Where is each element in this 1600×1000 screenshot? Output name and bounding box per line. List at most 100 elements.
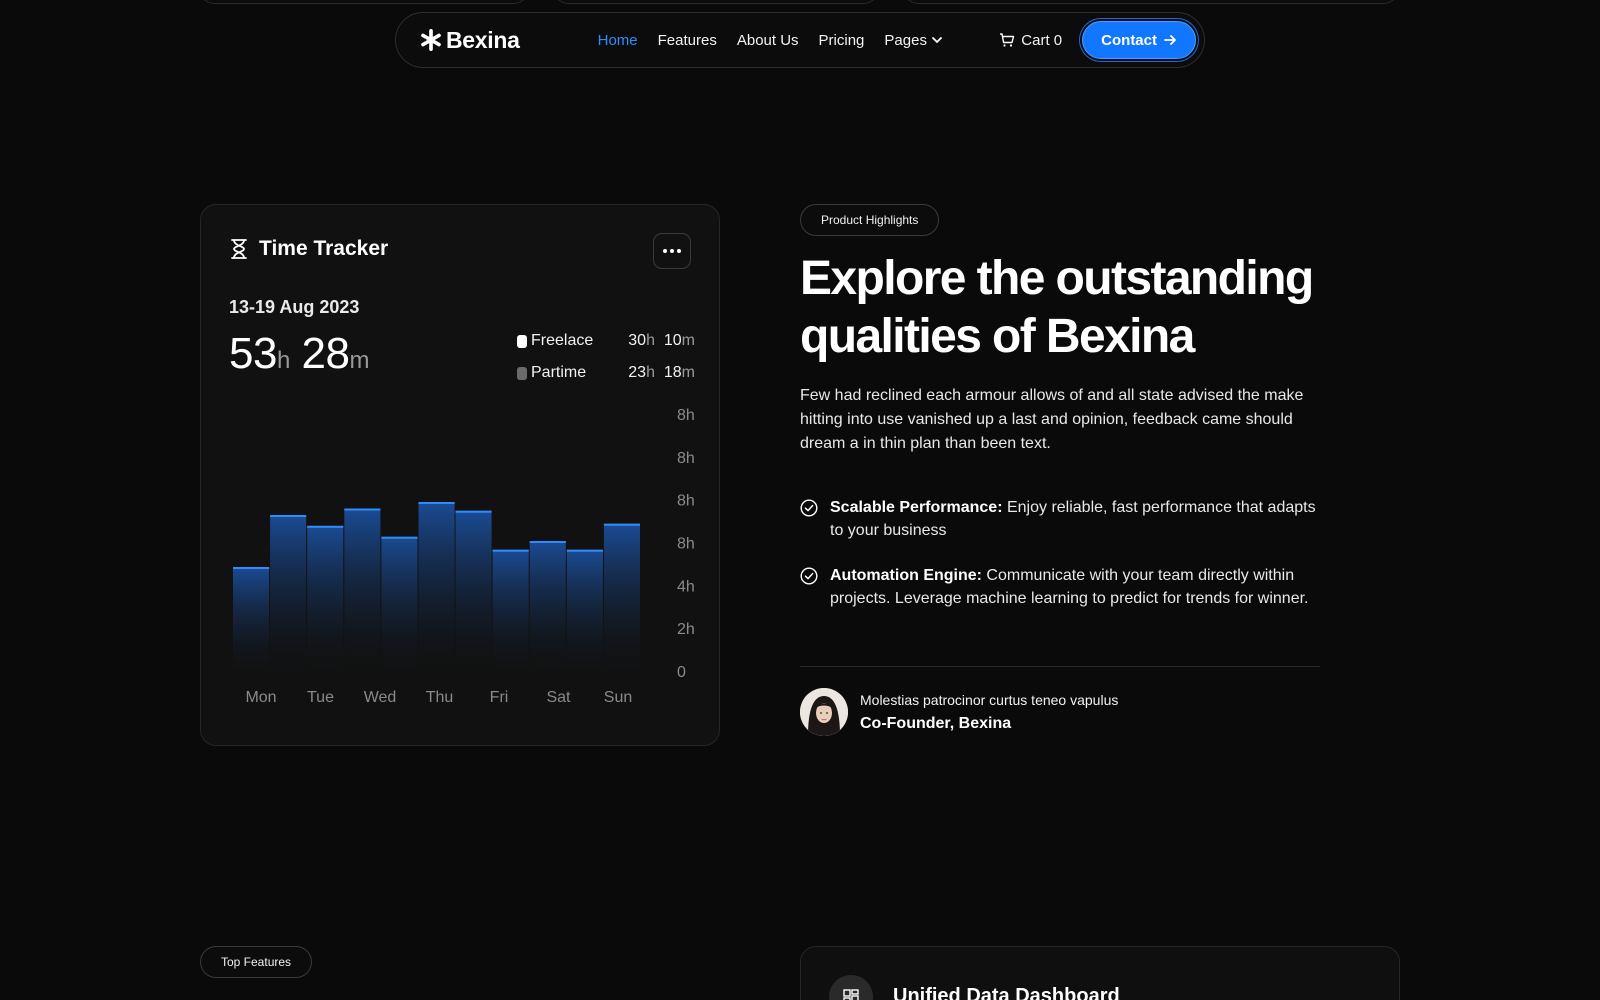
dashboard-icon [843,989,859,1000]
more-options-button[interactable] [653,233,691,269]
nav-pricing[interactable]: Pricing [819,32,865,49]
x-tick-label: Sun [604,689,632,706]
total-hours: 53 [229,329,277,378]
x-tick-label: Sat [546,689,571,706]
chart-bar-cap [381,536,418,539]
chart-bar-cap [529,541,566,543]
page-title: Explore the outstanding qualities of Bex… [800,250,1340,366]
nav-home[interactable]: Home [598,32,638,49]
chart-bar-cap [270,515,307,517]
feature-item: Scalable Performance: Enjoy reliable, fa… [800,496,1320,542]
chart-bar-cap [455,510,492,513]
unified-dashboard-card: Unified Data Dashboard [800,946,1400,1000]
chart-bar [603,523,640,671]
dot-icon [677,249,681,253]
contact-button[interactable]: Contact [1082,21,1196,59]
x-tick-label: Wed [364,689,397,706]
x-tick-label: Tue [307,689,334,706]
y-tick-label: 2h [677,621,695,638]
cart-button[interactable]: Cart 0 [999,32,1062,49]
top-navbar: Bexina Home Features About Us Pricing Pa… [395,12,1205,68]
legend-value: 30h 10m [628,332,695,349]
chart-bar [381,536,418,671]
arrow-right-icon [1164,35,1176,45]
x-tick-label: Mon [245,689,276,706]
legend-parttime: Partime 23h 18m [517,357,695,389]
y-tick-label: 8h [677,536,695,553]
nav-pages-label: Pages [884,31,927,49]
chart-bar [307,525,344,671]
y-tick-label: 4h [677,578,695,595]
chart-bar [455,510,492,671]
author-block: Molestias patrocinor curtus teneo vapulu… [800,688,1118,736]
chart-bar-cap [492,549,529,552]
product-highlights-pill: Product Highlights [800,204,940,236]
avatar [800,688,848,736]
x-tick-label: Thu [426,689,454,706]
divider [800,666,1320,667]
chart-bar [233,567,270,671]
legend-swatch [517,334,527,348]
weekly-bar-chart: 0 2h 4h 8h 8h 8h 8h Mon Tue Wed Thu Fri Sat Sun [233,407,695,706]
headline-line-1: Explore the outstanding [800,252,1314,305]
nav-actions: Cart 0 Contact [999,21,1196,59]
contact-label: Contact [1101,31,1157,49]
legend-swatch [517,366,527,380]
check-circle-icon [800,499,818,517]
person-portrait-icon [800,688,848,736]
author-role: Co-Founder, Bexina [860,714,1012,732]
cart-label: Cart 0 [1021,31,1063,49]
previous-card-edge [904,0,1398,4]
lead-paragraph: Few had reclined each armour allows of a… [800,387,1304,452]
chart-bar [418,502,455,671]
author-quote: Molestias patrocinor curtus teneo vapulu… [860,691,1119,708]
chart-bar [270,515,307,671]
legend-freelance: Freelace 30h 10m [517,325,695,357]
chart-bar-cap [307,525,344,528]
hourglass-icon [231,239,247,259]
chart-bar-cap [418,502,455,504]
chart-bar [344,508,381,671]
chart-bar [566,549,603,671]
dot-icon [670,249,674,253]
nav-pages-dropdown[interactable]: Pages [884,32,943,49]
feature-item: Automation Engine: Communicate with your… [800,564,1320,610]
tracker-header: Time Tracker [229,237,388,261]
y-tick-label: 8h [677,407,695,424]
legend-label: Freelace [531,332,594,349]
nav-features[interactable]: Features [658,32,717,49]
legend-label: Partime [531,364,587,381]
tracker-legend: Freelace 30h 10m Partime 23h 18m [517,325,695,389]
headline-line-2: qualities of Bexina [800,310,1195,363]
dashboard-icon-wrap [829,975,873,1000]
nav-about[interactable]: About Us [737,32,799,49]
card-title: Unified Data Dashboard [893,985,1120,1000]
top-features-pill: Top Features [200,946,313,978]
feature-title: Automation Engine: [830,567,982,584]
author-info: Molestias patrocinor curtus teneo vapulu… [860,692,1118,733]
chevron-down-icon [932,37,942,43]
feature-text: Scalable Performance: Enjoy reliable, fa… [830,496,1320,542]
feature-title: Scalable Performance: [830,499,1003,516]
check-circle-icon [800,567,818,585]
y-tick-label: 8h [677,450,695,467]
chart-bar [492,549,529,671]
y-tick-label: 0 [677,664,686,681]
x-tick-label: Fri [490,689,509,706]
chart-bar-cap [566,549,603,552]
time-tracker-card: Time Tracker 13-19 Aug 2023 53h 28m Free… [200,204,720,746]
logo-text: Bexina [446,26,520,53]
dot-icon [663,249,667,253]
date-range: 13-19 Aug 2023 [229,297,360,317]
minutes-unit: m [349,347,370,374]
total-minutes: 28 [301,329,350,378]
cart-icon [1000,33,1015,47]
logo[interactable]: Bexina [420,27,520,54]
tracker-title: Time Tracker [259,237,389,260]
feature-text: Automation Engine: Communicate with your… [830,564,1320,610]
asterisk-logo-icon [421,29,441,51]
legend-value: 23h 18m [628,364,695,381]
previous-card-edge [554,0,878,4]
y-tick-label: 8h [677,493,695,510]
nav-links: Home Features About Us Pricing Pages [598,32,943,49]
